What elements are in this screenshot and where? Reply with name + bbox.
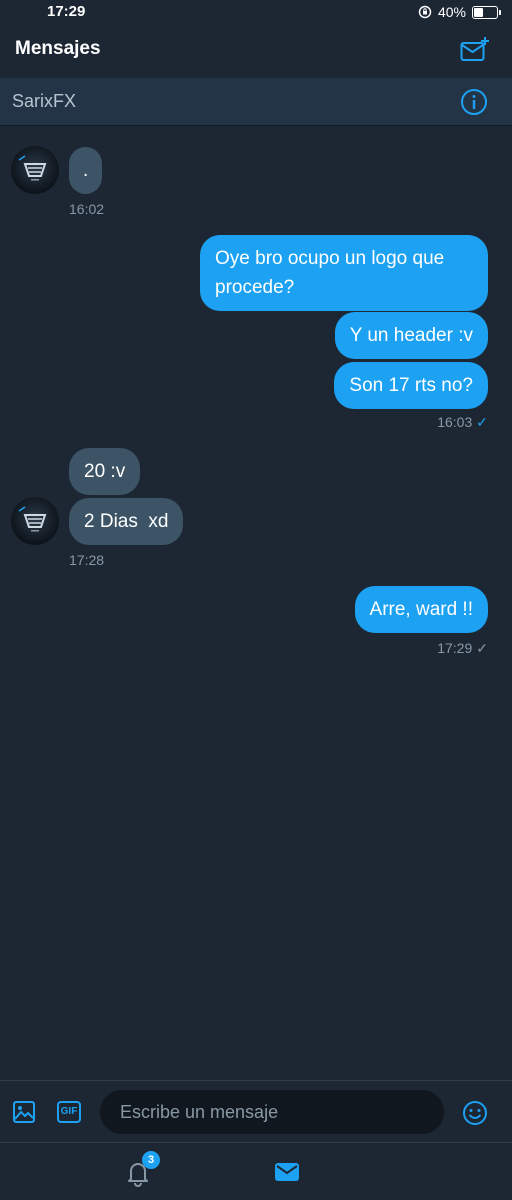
conversation-name: SarixFX: [12, 91, 77, 111]
checkmark-icon: ✓: [476, 640, 488, 656]
conversation-header: SarixFX: [0, 78, 512, 126]
status-time: 17:29: [47, 3, 86, 20]
message-timestamp: 16:02: [69, 201, 105, 217]
message-composer: GIF: [0, 1080, 512, 1142]
battery-icon: [472, 5, 501, 19]
status-bar: 17:29 40%: [0, 0, 512, 26]
info-icon[interactable]: [460, 88, 488, 116]
message-bubble[interactable]: Arre, ward !!: [354, 586, 488, 633]
message-list[interactable]: . 16:02 Oye bro ocupo un logo que proced…: [0, 126, 512, 1080]
message-text-line: procede?: [215, 277, 295, 298]
message-timestamp: 17:28: [69, 552, 105, 568]
emoji-icon[interactable]: [462, 1100, 488, 1126]
message-bubble[interactable]: .: [69, 147, 103, 194]
timestamp-text: 17:29: [437, 640, 473, 656]
message-bubble[interactable]: 20 :v: [69, 448, 141, 495]
message-text-line: Oye bro ocupo un logo que: [215, 248, 445, 269]
header: Mensajes: [0, 26, 512, 72]
message-bubble[interactable]: Y un header :v: [334, 312, 488, 359]
checkmark-icon: ✓: [476, 414, 488, 430]
bottom-tab-bar: 3: [0, 1142, 512, 1200]
avatar-logo: [18, 506, 47, 532]
notification-badge: 3: [142, 1151, 160, 1169]
message-timestamp: 16:03 ✓: [437, 414, 488, 431]
avatar-logo: [18, 155, 47, 181]
page-title: Mensajes: [15, 38, 101, 59]
compose-message-icon[interactable]: [460, 36, 490, 64]
envelope-icon[interactable]: [274, 1160, 300, 1184]
status-indicators: 40%: [418, 4, 501, 20]
gif-icon[interactable]: GIF: [57, 1101, 81, 1123]
avatar[interactable]: [11, 497, 59, 545]
avatar[interactable]: [11, 146, 59, 194]
message-bubble[interactable]: Son 17 rts no?: [334, 362, 488, 409]
message-bubble[interactable]: Oye bro ocupo un logo que procede?: [200, 235, 488, 311]
battery-percent: 40%: [437, 4, 466, 20]
message-input[interactable]: [100, 1090, 444, 1134]
message-timestamp: 17:29 ✓: [437, 640, 488, 657]
image-icon[interactable]: [12, 1100, 36, 1124]
timestamp-text: 16:03: [437, 414, 473, 430]
lock-rotation-icon: [418, 5, 432, 19]
message-bubble[interactable]: 2 Dias xd: [69, 498, 184, 545]
